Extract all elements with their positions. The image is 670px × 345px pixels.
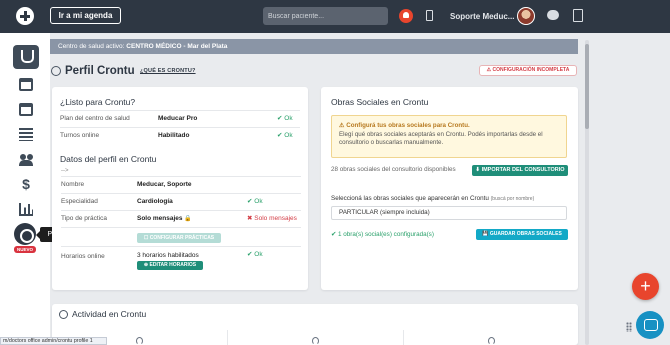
import-button-label: IMPORTAR DEL CONSULTORIO [481,167,565,173]
row-label: Tipo de práctica [61,215,108,222]
warning-body: Elegí qué obras sociales aceptarás en Cr… [339,130,543,147]
avatar[interactable] [517,7,535,25]
configured-count[interactable]: ✔ 1 obra(s) social(es) configurada(s) [331,231,434,238]
crontu-profile-icon[interactable] [14,223,36,245]
edit-schedules-label: EDITAR HORARIOS [149,262,197,268]
schedules-value: 3 horarios habilitados [137,252,199,259]
table-row: Turnos online Habilitado ✔ Ok [60,127,300,144]
row-value: Meducar Pro [158,115,198,122]
insurance-title: Obras Sociales en Crontu [331,97,429,107]
stat-icon [136,337,143,345]
import-button[interactable]: ⬇ IMPORTAR DEL CONSULTORIO [472,165,568,176]
configured-count-text: 1 obra(s) social(es) configurada(s) [338,231,434,238]
phone-icon[interactable] [426,10,433,21]
select-hint: (buscá por nombre) [490,196,535,202]
new-badge: NUEVO [14,246,36,253]
table-row: Tipo de práctica Solo mensajes 🔒 ✖ Solo … [61,210,301,227]
calendar-icon[interactable] [19,78,33,91]
row-label: Turnos online [60,132,100,139]
available-count: 28 obras sociales del consultorio dispon… [331,166,456,173]
row-label: Nombre [61,181,85,188]
row-status: ✔ Ok [247,251,263,258]
configure-practices-button[interactable]: ☐ CONFIGURAR PRÁCTICAS [137,233,221,243]
row-status: ✔ Ok [277,115,293,122]
edit-schedules-button[interactable]: ⊕ EDITAR HORARIOS [137,261,203,270]
arrow-text: --> [61,168,69,174]
save-insurance-button[interactable]: 💾 GUARDAR OBRAS SOCIALES [476,229,568,240]
row-status: ✔ Ok [247,198,263,205]
profile-data-title: Datos del perfil en Crontu [60,154,157,164]
user-name[interactable]: Soporte Meduc... [450,12,514,21]
row-label: Plan del centro de salud [60,115,130,122]
page-title: Perfil Crontu [65,65,135,77]
row-status-text: Ok [284,115,293,122]
notification-bell-icon[interactable] [399,9,413,23]
row-label: Especialidad [61,198,98,205]
row-value: Habilitado [158,132,190,139]
row-value: Cardiología [137,198,173,205]
row-value: Meducar, Soporte [137,181,192,188]
lock-icon: 🔒 [184,216,192,222]
chat-icon[interactable] [547,10,559,20]
row-status-text: Ok [254,198,263,205]
divider [403,330,404,345]
chart-icon[interactable] [19,203,33,216]
select-label-text: Seleccioná las obras sociales que aparec… [331,195,489,202]
scrollbar-thumb[interactable] [585,44,589,129]
select-label: Seleccioná las obras sociales que aparec… [331,195,534,202]
stat-icon [488,337,495,345]
agenda-calendar-icon[interactable] [19,103,33,116]
add-fab-button[interactable]: + [632,273,659,300]
row-status-text: Ok [284,132,293,139]
warning-box: ⚠ Configurá tus obras sociales para Cron… [331,115,567,158]
center-name: CENTRO MÉDICO - Mar del Plata [126,43,228,50]
config-badge-label: CONFIGURACIÓN INCOMPLETA [492,67,570,73]
table-row: Nombre Meducar, Soporte [61,176,301,193]
row-status: ✔ Ok [277,132,293,139]
stethoscope-icon[interactable] [13,45,39,69]
warning-title-text: Configurá tus obras sociales para Crontu… [346,122,470,129]
support-chat-button[interactable] [636,311,664,339]
top-navbar: Ir a mi agenda Soporte Meduc... [0,0,670,33]
divider [227,330,228,345]
stat-icon [312,337,319,345]
configure-practices-label: CONFIGURAR PRÁCTICAS [149,235,215,241]
insurance-select[interactable]: PARTICULAR (siempre incluida) [331,206,567,220]
table-row: Plan del centro de salud Meducar Pro ✔ O… [60,110,300,127]
agenda-button[interactable]: Ir a mi agenda [50,7,121,24]
what-is-crontu-link[interactable]: ¿QUÉ ES CRONTU? [140,68,196,74]
dollar-icon[interactable]: $ [19,177,33,191]
add-logo-icon[interactable] [16,7,34,25]
patient-search-input[interactable] [263,7,388,25]
activity-title: Actividad en Crontu [72,309,147,319]
drag-handle-icon[interactable] [626,322,632,332]
save-insurance-label: GUARDAR OBRAS SOCIALES [489,231,562,237]
crontu-icon [51,66,61,76]
ready-title: ¿Listo para Crontu? [60,97,136,107]
row-status-text: Solo mensajes [254,215,297,222]
row-value: Solo mensajes [137,215,183,222]
users-icon[interactable] [19,153,33,166]
active-center-bar: Centro de salud activo: CENTRO MÉDICO - … [50,39,578,54]
row-label: Horarios online [61,253,105,260]
status-badge: ⚠ CONFIGURACIÓN INCOMPLETA [479,65,577,76]
crontu-icon [59,310,68,319]
row-status-text: Ok [254,251,263,258]
table-row: Especialidad Cardiología ✔ Ok [61,193,301,210]
status-url: m/doctors office admin/crontu profile 1 [0,337,107,345]
clipboard-icon[interactable] [573,9,583,22]
warning-title: ⚠ Configurá tus obras sociales para Cron… [339,122,470,129]
list-icon[interactable] [19,128,33,141]
center-prefix: Centro de salud activo: [58,43,127,50]
row-status: ✖ Solo mensajes [247,215,297,222]
